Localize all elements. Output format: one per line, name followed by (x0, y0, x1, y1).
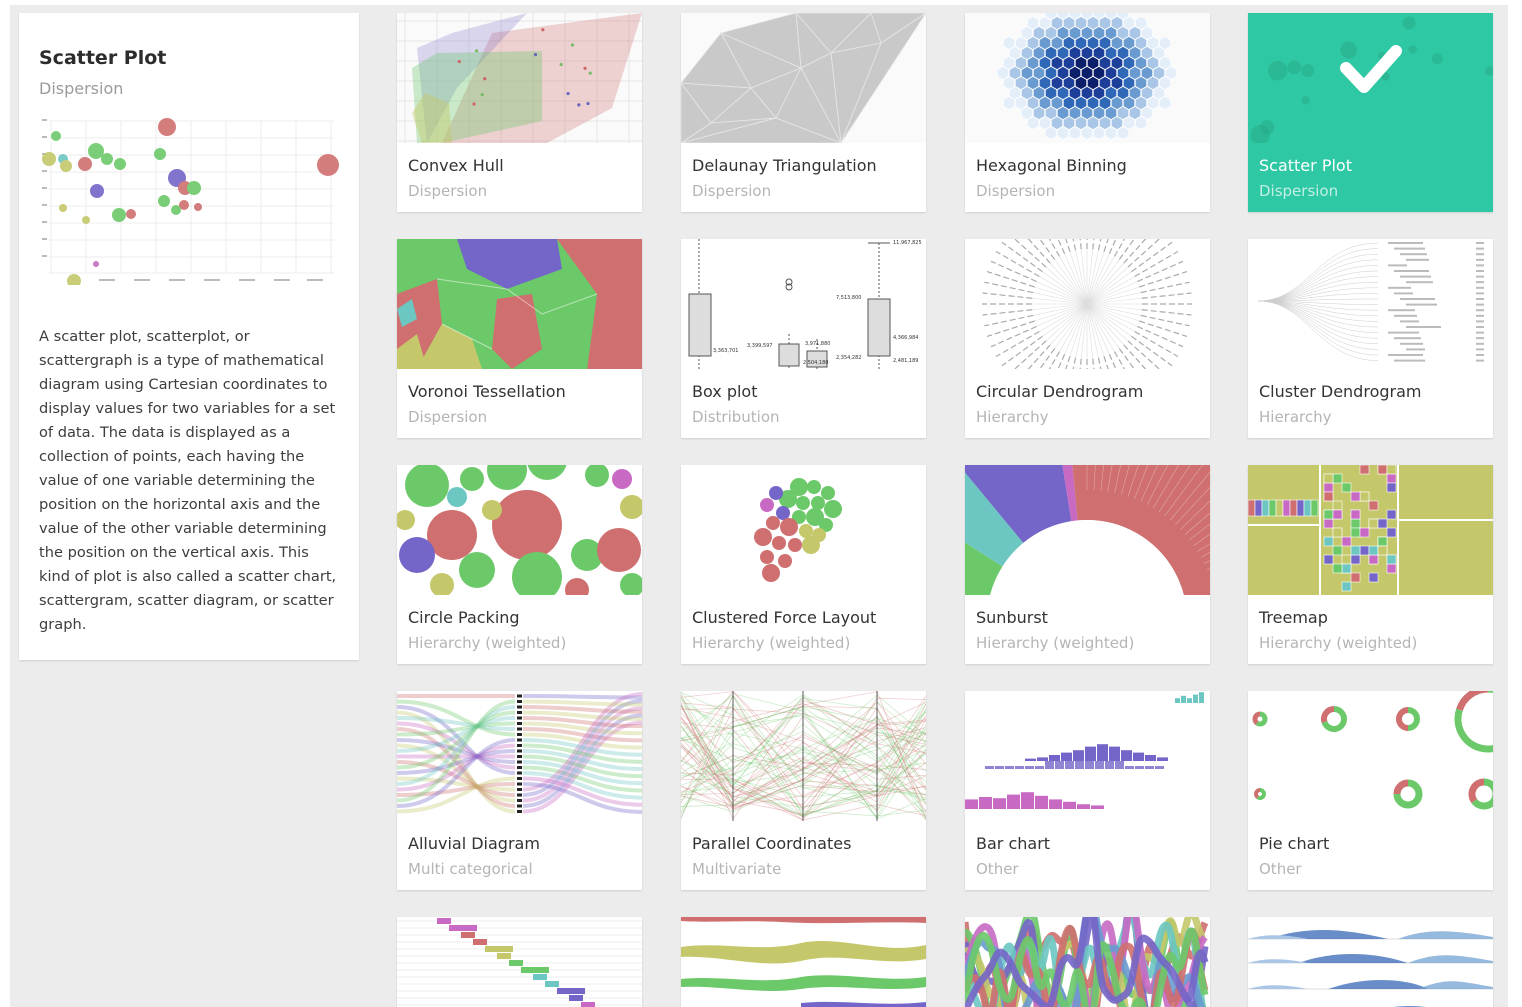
chart-thumbnail-pie-chart (1248, 691, 1493, 821)
chart-card-title: Circle Packing (408, 608, 520, 627)
chart-card-title: Parallel Coordinates (692, 834, 852, 853)
chart-card-circular-dendrogram[interactable]: Circular Dendrogram Hierarchy (965, 239, 1210, 438)
svg-text:3,971,880: 3,971,880 (805, 341, 830, 347)
chart-card-scatter-plot[interactable]: Scatter Plot Dispersion (1248, 13, 1493, 212)
chart-card-treemap[interactable]: Treemap Hierarchy (weighted) (1248, 465, 1493, 664)
svg-text:7,513,800: 7,513,800 (836, 295, 861, 301)
chart-thumbnail-chart-18 (681, 917, 926, 1007)
chart-thumbnail-box-plot: 11,967,825 7,513,800 4,366,984 3,363,701 3,3… (681, 239, 926, 369)
chart-card-title: Bar chart (976, 834, 1051, 853)
chart-thumbnail-scatter-plot (1248, 13, 1493, 143)
chart-card-title: Convex Hull (408, 156, 504, 175)
chart-card-chart-20[interactable] (1248, 917, 1493, 1007)
chart-thumbnail-chart-17 (397, 917, 642, 1007)
chart-thumbnail-bar-chart (965, 691, 1210, 821)
chart-card-category: Other (976, 860, 1019, 878)
chart-thumbnail-chart-19 (965, 917, 1210, 1007)
chart-card-title: Scatter Plot (1259, 156, 1352, 175)
chart-card-category: Multi categorical (408, 860, 533, 878)
chart-card-chart-19[interactable] (965, 917, 1210, 1007)
chart-card-clustered-force-layout[interactable]: Clustered Force Layout Hierarchy (weighte… (681, 465, 926, 664)
chart-card-chart-17[interactable] (397, 917, 642, 1007)
info-description: A scatter plot, scatterplot, or scatterg… (39, 328, 337, 633)
chart-info-panel: Scatter Plot Dispersion A scatter plot, … (19, 13, 359, 660)
chart-card-parallel-coordinates[interactable]: Parallel Coordinates Multivariate (681, 691, 926, 890)
chart-card-category: Hierarchy (weighted) (1259, 634, 1418, 652)
chart-card-convex-hull[interactable]: Convex Hull Dispersion (397, 13, 642, 212)
chart-card-title: Cluster Dendrogram (1259, 382, 1422, 401)
chart-card-category: Hierarchy (976, 408, 1049, 426)
chart-card-title: Alluvial Diagram (408, 834, 540, 853)
chart-card-title: Voronoi Tessellation (408, 382, 566, 401)
svg-text:3,399,597: 3,399,597 (747, 343, 772, 349)
chart-thumbnail-cluster-dendrogram (1248, 239, 1493, 369)
chart-card-category: Other (1259, 860, 1302, 878)
chart-thumbnail-delaunay-triangulation (681, 13, 926, 143)
chart-card-title: Box plot (692, 382, 758, 401)
chart-card-category: Hierarchy (weighted) (408, 634, 567, 652)
chart-card-category: Hierarchy (weighted) (692, 634, 851, 652)
chart-thumbnail-hexagonal-binning (965, 13, 1210, 143)
info-title: Scatter Plot (39, 47, 167, 69)
chart-card-title: Treemap (1259, 608, 1328, 627)
svg-text:4,366,984: 4,366,984 (893, 335, 918, 341)
chart-card-bar-chart[interactable]: Bar chart Other (965, 691, 1210, 890)
chart-card-title: Sunburst (976, 608, 1048, 627)
chart-card-category: Dispersion (1259, 182, 1339, 200)
chart-card-category: Distribution (692, 408, 780, 426)
chart-card-title: Delaunay Triangulation (692, 156, 877, 175)
svg-text:2,481,189: 2,481,189 (893, 358, 918, 364)
chart-card-category: Multivariate (692, 860, 782, 878)
chart-card-title: Hexagonal Binning (976, 156, 1127, 175)
svg-text:11,967,825: 11,967,825 (893, 240, 922, 246)
chart-card-title: Pie chart (1259, 834, 1330, 853)
chart-card-category: Hierarchy (weighted) (976, 634, 1135, 652)
chart-card-category: Dispersion (408, 182, 488, 200)
chart-card-category: Hierarchy (1259, 408, 1332, 426)
chart-card-box-plot[interactable]: 11,967,825 7,513,800 4,366,984 3,363,701 3,3… (681, 239, 926, 438)
chart-card-pie-chart[interactable]: Pie chart Other (1248, 691, 1493, 890)
svg-text:3,363,701: 3,363,701 (713, 348, 738, 354)
chart-card-title: Circular Dendrogram (976, 382, 1144, 401)
chart-thumbnail-parallel-coordinates (681, 691, 926, 821)
chart-card-category: Dispersion (408, 408, 488, 426)
chart-card-category: Dispersion (692, 182, 772, 200)
chart-card-delaunay-triangulation[interactable]: Delaunay Triangulation Dispersion (681, 13, 926, 212)
info-category: Dispersion (39, 79, 124, 98)
chart-card-hexagonal-binning[interactable]: Hexagonal Binning Dispersion (965, 13, 1210, 212)
chart-card-title: Clustered Force Layout (692, 608, 877, 627)
chart-thumbnail-circular-dendrogram (965, 239, 1210, 369)
chart-card-chart-18[interactable] (681, 917, 926, 1007)
chart-thumbnail-convex-hull (397, 13, 642, 143)
chart-gallery: Scatter Plot Dispersion A scatter plot, … (10, 5, 1508, 1007)
chart-thumbnail-clustered-force-layout (681, 465, 926, 595)
chart-card-sunburst[interactable]: Sunburst Hierarchy (weighted) (965, 465, 1210, 664)
chart-thumbnail-voronoi-tessellation (397, 239, 642, 369)
chart-card-voronoi-tessellation[interactable]: Voronoi Tessellation Dispersion (397, 239, 642, 438)
chart-thumbnail-treemap (1248, 465, 1493, 595)
info-preview-image (39, 113, 341, 288)
chart-thumbnail-circle-packing (397, 465, 642, 595)
chart-card-cluster-dendrogram[interactable]: Cluster Dendrogram Hierarchy (1248, 239, 1493, 438)
chart-card-alluvial-diagram[interactable]: Alluvial Diagram Multi categorical (397, 691, 642, 890)
chart-card-category: Dispersion (976, 182, 1056, 200)
svg-text:2,504,180: 2,504,180 (803, 360, 828, 366)
chart-thumbnail-alluvial-diagram (397, 691, 642, 821)
chart-card-circle-packing[interactable]: Circle Packing Hierarchy (weighted) (397, 465, 642, 664)
svg-text:2,354,282: 2,354,282 (836, 355, 861, 361)
chart-thumbnail-chart-20 (1248, 917, 1493, 1007)
chart-thumbnail-sunburst (965, 465, 1210, 595)
